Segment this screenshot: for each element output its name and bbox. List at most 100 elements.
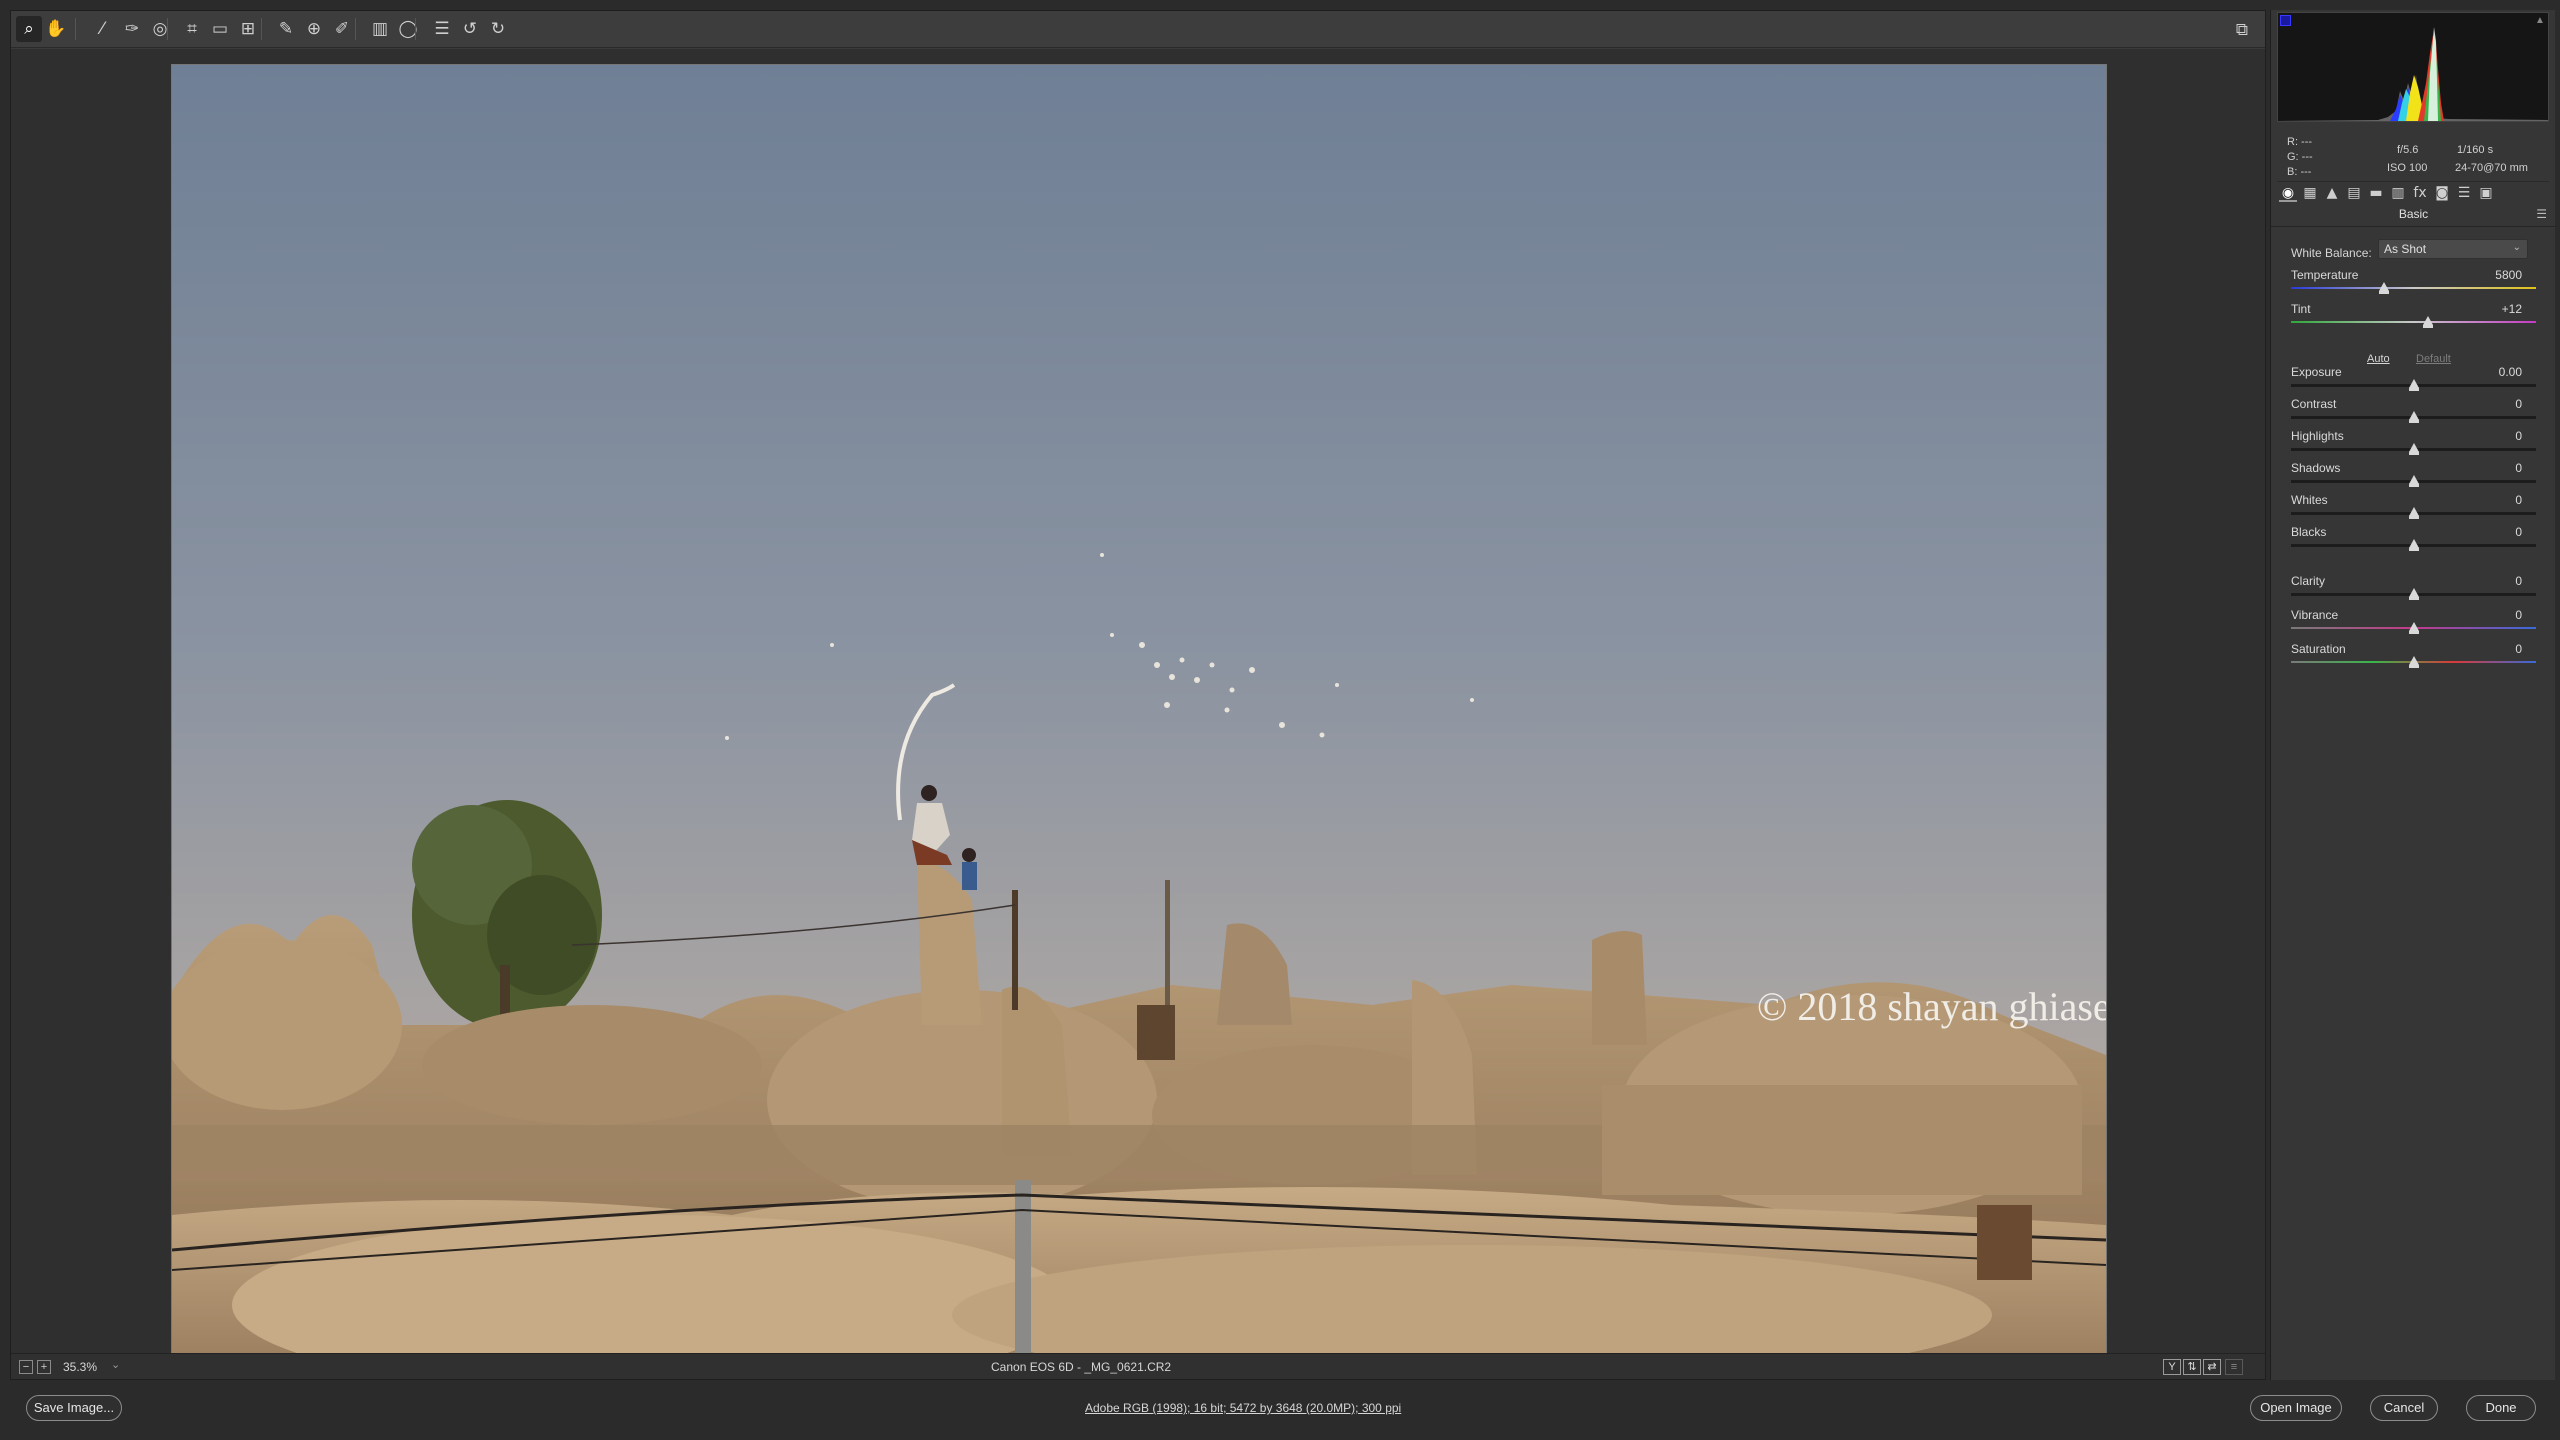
exposure-slider[interactable]: Exposure 0.00: [2291, 365, 2536, 399]
fullscreen-button[interactable]: ⧉: [2229, 17, 2255, 43]
blacks-label: Blacks: [2291, 525, 2327, 539]
exposure-value[interactable]: 0.00: [2499, 365, 2522, 379]
lens-value: 24-70@70 mm: [2455, 162, 2528, 174]
done-button[interactable]: Done: [2466, 1395, 2536, 1421]
zoom-out-button[interactable]: −: [19, 1360, 33, 1374]
default-button[interactable]: Default: [2416, 353, 2451, 365]
contrast-slider[interactable]: Contrast 0: [2291, 397, 2536, 431]
highlights-slider[interactable]: Highlights 0: [2291, 429, 2536, 463]
temperature-slider[interactable]: Temperature 5800: [2291, 268, 2536, 302]
save-image-button[interactable]: Save Image...: [26, 1395, 122, 1421]
saturation-value[interactable]: 0: [2515, 642, 2522, 656]
saturation-slider[interactable]: Saturation 0: [2291, 642, 2536, 676]
tab-split-toning[interactable]: ▬: [2367, 184, 2385, 202]
color-sampler-tool[interactable]: ✑: [119, 16, 145, 42]
tab-effects[interactable]: fx: [2411, 184, 2429, 202]
tint-thumb[interactable]: [2423, 316, 2434, 328]
shadow-clipping-icon[interactable]: [2280, 15, 2291, 26]
spot-removal-icon: ✎: [278, 19, 294, 39]
tab-lens-corrections[interactable]: ▥: [2389, 184, 2407, 202]
rotate-ccw-tool[interactable]: ↺: [457, 16, 483, 42]
tab-hsl[interactable]: ▤: [2345, 184, 2363, 202]
adjustment-brush-tool[interactable]: ✐: [329, 16, 355, 42]
zoom-in-button[interactable]: +: [37, 1360, 51, 1374]
cancel-button[interactable]: Cancel: [2370, 1395, 2438, 1421]
red-eye-icon: ⊕: [306, 19, 322, 39]
tint-value[interactable]: +12: [2502, 302, 2522, 316]
hand-tool[interactable]: ✋: [43, 16, 69, 42]
clarity-value[interactable]: 0: [2515, 574, 2522, 588]
whites-slider[interactable]: Whites 0: [2291, 493, 2536, 527]
straighten-tool[interactable]: ▭: [207, 16, 233, 42]
temperature-thumb[interactable]: [2379, 282, 2390, 294]
image-editor-area: ⌕ ✋ ⁄ ✑ ◎ ⌗ ▭ ⊞ ✎ ⊕ ✐ ▥ ◯ ☰ ↺ ↻ ⧉ © 2018…: [10, 10, 2266, 1380]
workflow-options-link[interactable]: Adobe RGB (1998); 16 bit; 5472 by 3648 (…: [1085, 1401, 1401, 1415]
targeted-adjustment-tool[interactable]: ◎: [147, 16, 173, 42]
chevron-down-icon: ⌄: [2512, 242, 2521, 253]
zoom-icon: ⌕: [24, 19, 34, 39]
highlights-value[interactable]: 0: [2515, 429, 2522, 443]
saturation-thumb[interactable]: [2408, 656, 2419, 668]
tab-snapshots[interactable]: ▣: [2477, 184, 2495, 202]
tab-detail[interactable]: ▲: [2323, 184, 2341, 202]
auto-button[interactable]: Auto: [2367, 353, 2390, 365]
shadows-label: Shadows: [2291, 461, 2341, 475]
toggle-settings-button[interactable]: ≡: [2225, 1359, 2243, 1375]
radial-filter-tool[interactable]: ◯: [395, 16, 421, 42]
photo-image: © 2018 shayan ghiaseddin: [172, 65, 2106, 1353]
tint-track[interactable]: [2291, 321, 2536, 323]
open-image-button[interactable]: Open Image: [2250, 1395, 2342, 1421]
vibrance-value[interactable]: 0: [2515, 608, 2522, 622]
tab-presets[interactable]: ☰: [2455, 184, 2473, 202]
swap-settings-button[interactable]: ⇄: [2203, 1359, 2221, 1375]
panel-menu-icon[interactable]: ☰: [2536, 207, 2547, 221]
tint-slider[interactable]: Tint +12: [2291, 302, 2536, 336]
rotate-cw-tool[interactable]: ↻: [485, 16, 511, 42]
shadows-thumb[interactable]: [2408, 475, 2419, 487]
exposure-thumb[interactable]: [2408, 379, 2419, 391]
temperature-value[interactable]: 5800: [2495, 268, 2522, 282]
graduated-filter-icon: ▥: [371, 19, 389, 39]
list-icon: ☰: [434, 19, 450, 39]
white-balance-tool[interactable]: ⁄: [89, 16, 115, 42]
brush-icon: ✐: [334, 19, 350, 39]
before-after-button[interactable]: ⇅: [2183, 1359, 2201, 1375]
clarity-thumb[interactable]: [2408, 588, 2419, 600]
panel-title: Basic: [2398, 207, 2429, 221]
blacks-thumb[interactable]: [2408, 539, 2419, 551]
red-eye-tool[interactable]: ⊕: [301, 16, 327, 42]
blacks-value[interactable]: 0: [2515, 525, 2522, 539]
status-bar: − + 35.3% ⌄ Canon EOS 6D - _MG_0621.CR2 …: [11, 1353, 2265, 1379]
crop-tool[interactable]: ⌗: [179, 16, 205, 42]
blacks-slider[interactable]: Blacks 0: [2291, 525, 2536, 559]
tab-tone-curve[interactable]: ▦: [2301, 184, 2319, 202]
transform-icon: ⊞: [240, 19, 256, 39]
contrast-thumb[interactable]: [2408, 411, 2419, 423]
shadows-slider[interactable]: Shadows 0: [2291, 461, 2536, 495]
whites-thumb[interactable]: [2408, 507, 2419, 519]
rotate-right-icon: ↻: [490, 19, 506, 39]
transform-tool[interactable]: ⊞: [235, 16, 261, 42]
zoom-level: 35.3%: [63, 1360, 98, 1374]
white-balance-select[interactable]: As Shot ⌄: [2378, 239, 2528, 259]
graduated-filter-tool[interactable]: ▥: [367, 16, 393, 42]
spot-removal-tool[interactable]: ✎: [273, 16, 299, 42]
whites-value[interactable]: 0: [2515, 493, 2522, 507]
tab-basic[interactable]: ◉: [2279, 184, 2297, 202]
crop-icon: ⌗: [187, 19, 197, 39]
vibrance-slider[interactable]: Vibrance 0: [2291, 608, 2536, 642]
highlights-thumb[interactable]: [2408, 443, 2419, 455]
highlight-clipping-icon[interactable]: ▲: [2535, 15, 2546, 26]
zoom-dropdown-icon[interactable]: ⌄: [111, 1358, 120, 1371]
view-mode-button[interactable]: Y: [2163, 1359, 2181, 1375]
vibrance-thumb[interactable]: [2408, 622, 2419, 634]
temperature-track[interactable]: [2291, 287, 2536, 289]
zoom-tool[interactable]: ⌕: [16, 16, 42, 42]
clarity-slider[interactable]: Clarity 0: [2291, 574, 2536, 608]
contrast-value[interactable]: 0: [2515, 397, 2522, 411]
preferences-tool[interactable]: ☰: [429, 16, 455, 42]
photo-preview[interactable]: © 2018 shayan ghiaseddin: [171, 64, 2107, 1354]
file-name: Canon EOS 6D - _MG_0621.CR2: [991, 1360, 1172, 1374]
tab-camera-calibration[interactable]: ◙: [2433, 184, 2451, 202]
shadows-value[interactable]: 0: [2515, 461, 2522, 475]
